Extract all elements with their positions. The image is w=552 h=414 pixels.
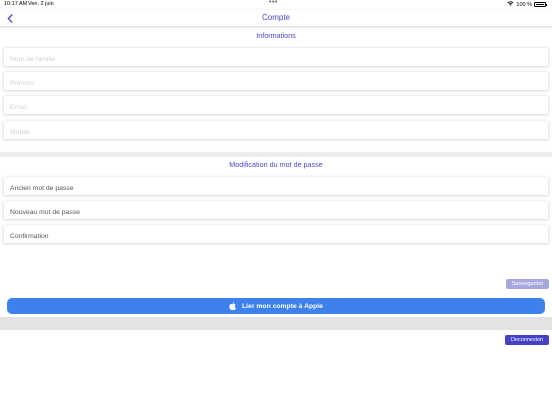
save-button[interactable]: Sauvegarder xyxy=(506,279,549,289)
link-apple-label: Lier mon compte à Apple xyxy=(242,302,323,310)
navigation-bar: Compte xyxy=(0,10,552,26)
section-divider xyxy=(0,152,552,155)
first-name-input[interactable] xyxy=(4,74,548,93)
password-section-title: Modification du mot de passe xyxy=(229,160,323,169)
battery-percent: 100 % xyxy=(516,1,532,8)
status-bar: 10:17 AM Ven. 2 juin ••• 100 % xyxy=(0,0,552,10)
email-input[interactable] xyxy=(4,98,548,117)
separator-band xyxy=(0,317,552,330)
status-right: 100 % xyxy=(507,1,547,8)
new-password-input[interactable] xyxy=(4,203,548,222)
apple-icon xyxy=(229,302,237,310)
battery-icon xyxy=(534,2,547,7)
confirm-password-input[interactable] xyxy=(4,227,548,246)
first-name-field[interactable] xyxy=(4,72,548,93)
new-password-field[interactable] xyxy=(4,201,548,222)
mobile-field[interactable] xyxy=(4,121,548,142)
mobile-input[interactable] xyxy=(4,123,548,142)
wifi-icon xyxy=(507,1,514,8)
status-date: Ven. 2 juin xyxy=(28,1,54,7)
old-password-input[interactable] xyxy=(4,179,548,198)
logout-button[interactable]: Deconnexion xyxy=(505,335,549,345)
link-apple-button[interactable]: Lier mon compte à Apple xyxy=(7,298,545,314)
confirm-password-field[interactable] xyxy=(4,225,548,246)
informations-title: Informations xyxy=(256,31,296,40)
multitasking-dots[interactable]: ••• xyxy=(269,0,278,6)
page-title: Compte xyxy=(261,13,290,22)
status-time: 10:17 AM xyxy=(4,1,28,7)
last-name-field[interactable] xyxy=(4,48,548,69)
email-field[interactable] xyxy=(4,96,548,117)
old-password-field[interactable] xyxy=(4,177,548,198)
last-name-input[interactable] xyxy=(4,50,548,69)
